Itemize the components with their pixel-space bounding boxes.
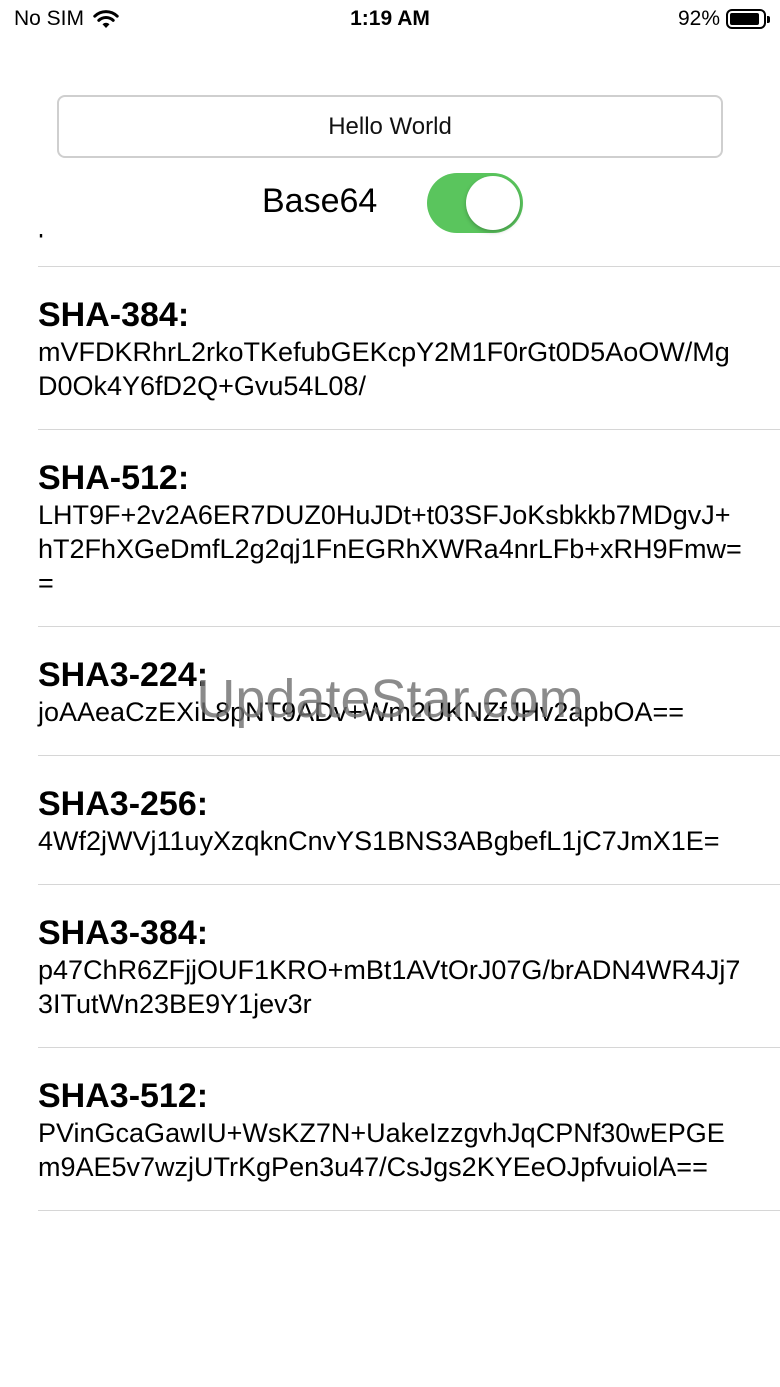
battery-icon	[726, 9, 770, 29]
hash-scroll-content: pZGm1Av0IEBKARczz7exkNYsZb8LzaMrV7J32a2f…	[0, 234, 780, 1211]
hash-item-sha3-224: SHA3-224: joAAeaCzEXiL8pNT9ADv+Wm2UKNZfJ…	[38, 627, 780, 756]
battery-fill	[730, 13, 760, 25]
hash-value: pZGm1Av0IEBKARczz7exkNYsZb8LzaMrV7J32a2f…	[38, 234, 743, 266]
status-time: 1:19 AM	[350, 7, 430, 30]
hash-value: PVinGcaGawIU+WsKZ7N+UakeIzzgvhJqCPNf30wE…	[38, 1118, 725, 1182]
hash-item-partial: pZGm1Av0IEBKARczz7exkNYsZb8LzaMrV7J32a2f…	[38, 234, 780, 267]
hash-title: SHA3-224:	[38, 656, 209, 694]
hash-list[interactable]: pZGm1Av0IEBKARczz7exkNYsZb8LzaMrV7J32a2f…	[0, 234, 780, 1387]
status-right: 92%	[677, 7, 770, 31]
battery-cap	[767, 16, 770, 23]
hash-title: SHA-512:	[38, 459, 190, 497]
hash-title: SHA-384:	[38, 296, 190, 334]
hash-item-sha-512: SHA-512: LHT9F+2v2A6ER7DUZ0HuJDt+t03SFJo…	[38, 430, 780, 627]
hash-item-sha-384: SHA-384: mVFDKRhrL2rkoTKefubGEKcpY2M1F0r…	[38, 267, 780, 430]
status-bar: No SIM 1:19 AM 92%	[0, 0, 780, 40]
hash-value: LHT9F+2v2A6ER7DUZ0HuJDt+t03SFJoKsbkkb7MD…	[38, 500, 742, 598]
text-input[interactable]	[59, 97, 721, 156]
toggle-knob	[466, 176, 520, 230]
hash-value: 4Wf2jWVj11uyXzqknCnvYS1BNS3ABgbefL1jC7Jm…	[38, 826, 720, 856]
hash-item-sha3-256: SHA3-256: 4Wf2jWVj11uyXzqknCnvYS1BNS3ABg…	[38, 756, 780, 885]
hash-value: mVFDKRhrL2rkoTKefubGEKcpY2M1F0rGt0D5AoOW…	[38, 337, 730, 401]
text-input-container	[57, 95, 723, 158]
base64-toggle[interactable]	[427, 173, 523, 233]
base64-label: Base64	[262, 182, 378, 220]
hash-title: SHA3-384:	[38, 914, 209, 952]
hash-title: SHA3-512:	[38, 1077, 209, 1115]
hash-value: p47ChR6ZFjjOUF1KRO+mBt1AVtOrJ07G/brADN4W…	[38, 955, 741, 1019]
battery-percent: 92%	[677, 7, 720, 30]
hash-item-sha3-512: SHA3-512: PVinGcaGawIU+WsKZ7N+UakeIzzgvh…	[38, 1048, 780, 1211]
hash-item-sha3-384: SHA3-384: p47ChR6ZFjjOUF1KRO+mBt1AVtOrJ0…	[38, 885, 780, 1048]
hash-value: joAAeaCzEXiL8pNT9ADv+Wm2UKNZfJHv2apbOA==	[38, 697, 685, 727]
hash-title: SHA3-256:	[38, 785, 209, 823]
